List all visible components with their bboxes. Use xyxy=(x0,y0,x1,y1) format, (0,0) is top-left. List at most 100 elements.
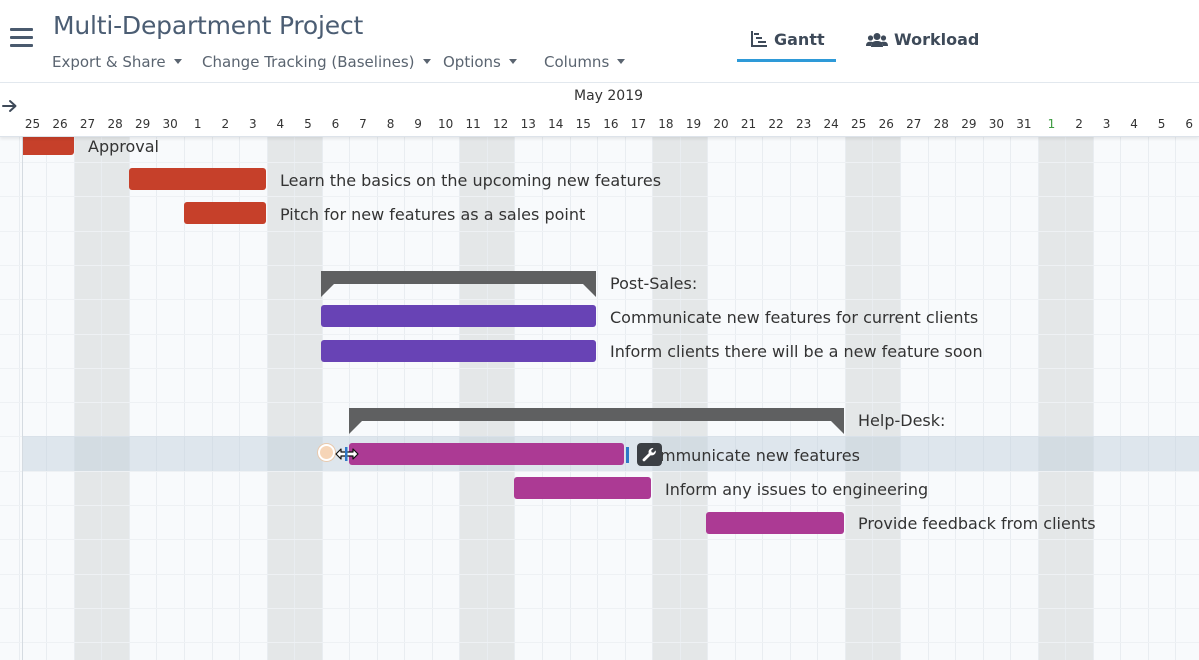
grid-line xyxy=(734,137,736,660)
group-summary-bar[interactable] xyxy=(321,271,596,297)
day-row: 25 26 27 28 29 30 1 2 3 4 5 6 7 8 9 10 11 12 13 14 15 16 17 18 1… xyxy=(0,117,1199,133)
task-bar[interactable] xyxy=(349,443,624,465)
day-label: 27 xyxy=(79,117,96,131)
weekend-column xyxy=(872,137,900,660)
day-label: 12 xyxy=(493,117,509,131)
day-label: 19 xyxy=(685,117,702,131)
weekend-column xyxy=(1037,137,1066,660)
day-label: 10 xyxy=(437,117,454,131)
arrow-right-icon[interactable] xyxy=(2,99,18,113)
task-bar[interactable] xyxy=(514,477,651,499)
grid-line xyxy=(955,137,957,660)
grid-line xyxy=(817,137,819,660)
day-label: 5 xyxy=(304,117,312,131)
day-label: 29 xyxy=(135,117,151,131)
day-label: 2 xyxy=(221,117,230,131)
day-label: 6 xyxy=(1185,117,1193,131)
menu-label: Columns xyxy=(544,53,610,71)
task-label: mmunicate new features xyxy=(660,446,860,465)
day-label: 18 xyxy=(658,117,674,131)
day-label: 3 xyxy=(248,117,257,131)
project-title: Multi-Department Project xyxy=(53,11,364,40)
options-menu[interactable]: Options xyxy=(443,53,517,71)
task-label: Learn the basics on the upcoming new fea… xyxy=(280,171,662,190)
wrench-icon[interactable] xyxy=(637,443,662,466)
change-tracking-menu[interactable]: Change Tracking (Baselines) xyxy=(202,53,431,71)
day-label: 28 xyxy=(107,117,123,131)
day-label: 22 xyxy=(768,117,784,131)
grid-line xyxy=(156,137,158,660)
day-label: 25 xyxy=(24,117,41,131)
day-label: 26 xyxy=(52,117,68,131)
day-label: 29 xyxy=(961,117,977,131)
grid-line xyxy=(652,137,654,660)
tab-gantt[interactable]: Gantt xyxy=(750,30,825,60)
day-label: 13 xyxy=(520,117,536,131)
resize-cursor-icon[interactable] xyxy=(335,446,359,462)
caret-down-icon xyxy=(617,59,626,64)
day-label: 4 xyxy=(1130,117,1138,131)
top-header: Multi-Department Project Export & Share … xyxy=(0,0,1199,83)
day-label: 24 xyxy=(823,117,839,131)
weekend-column xyxy=(73,137,102,660)
grid-line xyxy=(872,137,874,660)
task-bar[interactable] xyxy=(321,305,596,327)
day-label: 1 xyxy=(1047,117,1056,131)
grid-line xyxy=(597,137,599,660)
grid-line xyxy=(1037,137,1039,660)
day-label: 6 xyxy=(331,117,340,131)
users-icon xyxy=(866,33,888,47)
hamburger-icon[interactable] xyxy=(10,26,35,48)
grid-line xyxy=(679,137,681,660)
task-label: Inform any issues to engineering xyxy=(665,480,929,499)
timeline-header: May 2019 25 26 27 28 29 30 1 2 3 4 5 6 7 8 9 10 11 12 13 14… xyxy=(0,83,1199,137)
day-label: 27 xyxy=(906,117,922,131)
day-label: 16 xyxy=(603,117,619,131)
grid-line xyxy=(0,539,1199,541)
grid-line xyxy=(128,137,130,660)
export-share-menu[interactable]: Export & Share xyxy=(52,53,182,71)
grid-line xyxy=(1120,137,1122,660)
day-label: 3 xyxy=(1102,117,1111,131)
day-label: 31 xyxy=(1016,117,1032,131)
grid-line xyxy=(1010,137,1012,660)
group-summary-bar[interactable] xyxy=(349,408,844,434)
grid-line xyxy=(0,196,1199,198)
grid-line xyxy=(0,162,1199,163)
grid-line xyxy=(266,137,268,660)
task-bar[interactable] xyxy=(129,168,266,190)
day-label: 23 xyxy=(795,117,812,131)
grid-line xyxy=(0,642,1199,644)
task-bar[interactable] xyxy=(321,340,596,362)
grid-line xyxy=(0,573,1199,575)
weekend-column xyxy=(1065,137,1093,660)
grid-line xyxy=(927,137,929,660)
caret-down-icon xyxy=(173,59,182,64)
task-label: Inform clients there will be a new featu… xyxy=(610,342,983,361)
day-label: 2 xyxy=(1075,117,1083,131)
grid-line xyxy=(1147,137,1149,660)
weekend-column xyxy=(101,137,129,660)
grid-line xyxy=(0,333,1199,335)
dependency-link-handle[interactable] xyxy=(318,444,335,461)
end-resize-handle[interactable] xyxy=(624,447,632,463)
task-bar[interactable] xyxy=(706,512,844,534)
grid-line xyxy=(0,367,1199,369)
task-bar[interactable] xyxy=(184,202,266,224)
day-label: 7 xyxy=(359,117,367,131)
day-label: 28 xyxy=(933,117,949,131)
grid-line xyxy=(1175,137,1177,660)
task-bar[interactable] xyxy=(23,134,74,155)
menu-label: Options xyxy=(443,53,501,71)
day-label: 14 xyxy=(548,117,564,131)
group-label: Help-Desk: xyxy=(858,411,946,430)
day-label: 25 xyxy=(851,117,867,131)
columns-menu[interactable]: Columns xyxy=(544,53,626,71)
day-label: 5 xyxy=(1157,117,1166,131)
tab-workload[interactable]: Workload xyxy=(866,30,979,60)
grid-line xyxy=(46,137,48,660)
day-label: 30 xyxy=(988,117,1005,131)
gantt-chart-icon xyxy=(751,31,767,47)
grid-line xyxy=(1092,137,1094,660)
grid-line xyxy=(789,137,791,660)
